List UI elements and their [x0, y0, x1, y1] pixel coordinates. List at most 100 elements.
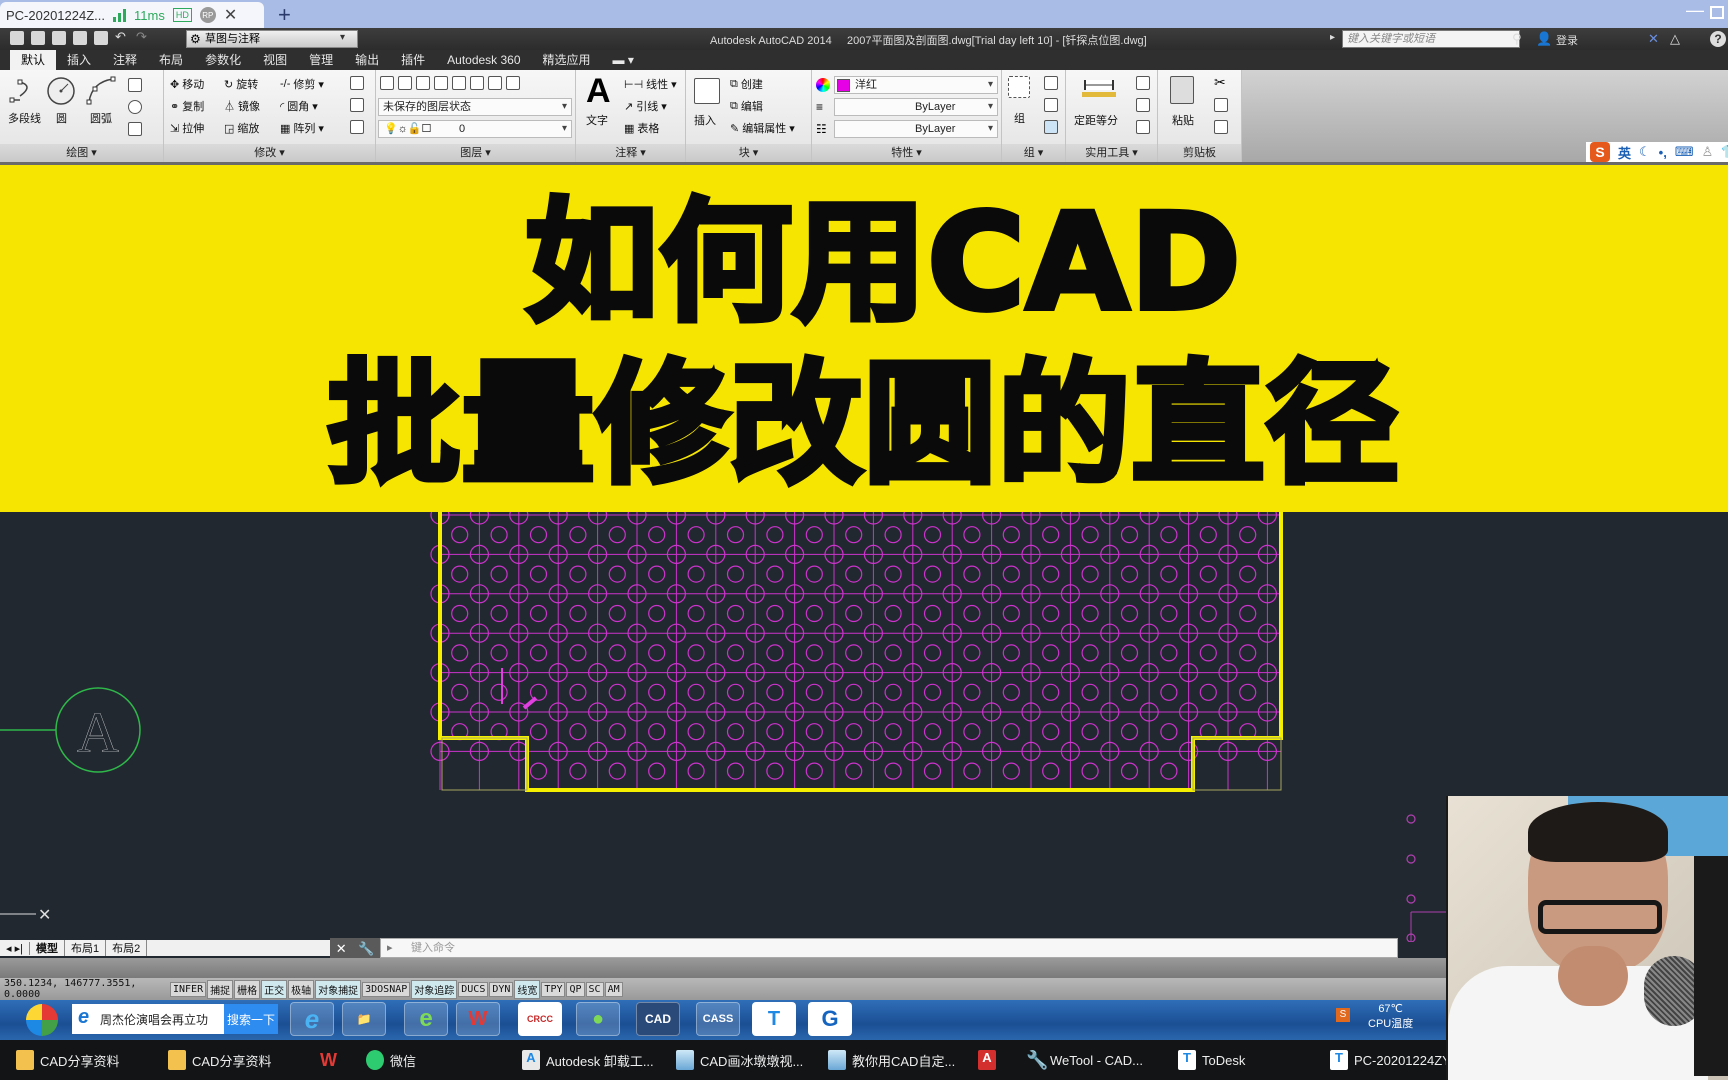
crcc-icon[interactable]: CRCC	[518, 1002, 562, 1036]
ribbon-toggle-icon[interactable]: ▬ ▾	[602, 50, 645, 70]
offset-icon[interactable]	[350, 120, 364, 134]
tab-output[interactable]: 输出	[344, 50, 390, 70]
command-input[interactable]: 键入命令	[380, 938, 1398, 958]
arc-button[interactable]: 圆弧	[90, 110, 112, 126]
binoculars-icon[interactable]: ⚲	[1512, 31, 1522, 47]
annotation-panel-title[interactable]: 注释 ▾	[576, 144, 685, 162]
user-icon[interactable]: ♙	[1702, 144, 1714, 160]
toggle-snap[interactable]: 捕捉	[207, 979, 234, 999]
start-menu-icon[interactable]	[26, 1004, 58, 1036]
rectangle-icon[interactable]	[128, 78, 142, 92]
workspace-dropdown[interactable]: 草图与注释	[186, 30, 358, 48]
taskbar-item[interactable]: 教你用CAD自定...	[828, 1048, 955, 1072]
layer-freeze-icon[interactable]	[452, 76, 466, 90]
groups-panel-title[interactable]: 组 ▾	[1002, 144, 1065, 162]
wechat-icon[interactable]: ●	[576, 1002, 620, 1036]
qat-menu-arrow[interactable]: ▾	[340, 32, 345, 43]
cut-icon[interactable]: ✂	[1214, 74, 1226, 91]
tab-plugins[interactable]: 插件	[390, 50, 436, 70]
taskbar-item[interactable]: A Autodesk 卸载工...	[522, 1048, 654, 1072]
todesk-icon[interactable]: T	[752, 1002, 796, 1036]
toggle-dyn[interactable]: DYN	[489, 981, 514, 997]
toggle-am[interactable]: AM	[604, 981, 623, 997]
undo-icon[interactable]: ↶	[115, 30, 129, 45]
color-dropdown[interactable]: 洋红	[834, 76, 998, 94]
group-selection-icon[interactable]	[1044, 120, 1058, 134]
taskbar-item[interactable]: CAD分享资料	[16, 1048, 119, 1072]
array-button[interactable]: ▦ 阵列 ▾	[280, 120, 324, 136]
layers-panel-title[interactable]: 图层 ▾	[376, 144, 575, 162]
toggle-sc[interactable]: SC	[585, 981, 604, 997]
cad-icon[interactable]: CAD	[636, 1002, 680, 1036]
leader-button[interactable]: ↗ 引线 ▾	[624, 98, 667, 114]
save-as-icon[interactable]	[73, 31, 87, 45]
circle-button[interactable]: 圆	[56, 110, 67, 126]
ie-icon[interactable]: e	[290, 1002, 334, 1036]
layer-off-icon[interactable]	[470, 76, 484, 90]
utilities-panel-title[interactable]: 实用工具 ▾	[1066, 144, 1157, 162]
group-button[interactable]: 组	[1014, 110, 1025, 126]
remote-session-tab[interactable]: PC-20201224Z... 11ms HD RP ✕	[0, 2, 264, 28]
insert-button[interactable]: 插入	[694, 112, 716, 128]
gstarcad-icon[interactable]: G	[808, 1002, 852, 1036]
save-icon[interactable]	[52, 31, 66, 45]
toggle-infer[interactable]: INFER	[170, 981, 207, 997]
create-block-button[interactable]: ⧉ 创建	[730, 76, 763, 92]
layer-unlock-icon[interactable]	[506, 76, 520, 90]
toggle-otrack[interactable]: 对象追踪	[411, 979, 458, 999]
cass-icon[interactable]: CASS	[696, 1002, 740, 1036]
ime-mode[interactable]: 英	[1618, 143, 1631, 162]
toggle-ortho[interactable]: 正交	[261, 979, 288, 999]
layout-nav-icon[interactable]: ◂ ▸|	[0, 941, 30, 955]
hatch-icon[interactable]	[128, 122, 142, 136]
explorer-icon[interactable]: 📁	[342, 1002, 386, 1036]
tab-layout1[interactable]: 布局1	[65, 940, 107, 956]
help-icon[interactable]: ?	[1710, 31, 1726, 47]
new-tab-button[interactable]: +	[278, 2, 291, 28]
taskbar-item[interactable]: CAD分享资料	[168, 1048, 271, 1072]
tab-annotate[interactable]: 注释	[102, 50, 148, 70]
trim-button[interactable]: -/- 修剪 ▾	[280, 76, 324, 92]
ie-search-input[interactable]: 周杰伦演唱会再立功	[72, 1004, 224, 1034]
wps-icon[interactable]: W	[456, 1002, 500, 1036]
measure-button[interactable]: 定距等分	[1074, 112, 1118, 128]
skin-icon[interactable]: 👕	[1721, 144, 1728, 160]
moon-icon[interactable]: ☾	[1639, 144, 1651, 160]
tab-model[interactable]: 模型	[30, 940, 65, 956]
toggle-grid[interactable]: 栅格	[234, 979, 261, 999]
taskbar-item[interactable]: A	[978, 1048, 996, 1072]
tab-layout2[interactable]: 布局2	[106, 940, 148, 956]
punctuation-icon[interactable]: •,	[1659, 145, 1667, 160]
tab-insert[interactable]: 插入	[56, 50, 102, 70]
wrench-icon[interactable]: 🔧	[358, 941, 374, 957]
hd-badge[interactable]: HD	[172, 8, 192, 22]
edit-attributes-button[interactable]: ✎ 编辑属性 ▾	[730, 120, 795, 136]
scale-button[interactable]: ◲ 缩放	[224, 120, 259, 136]
taskbar-item[interactable]: 微信	[366, 1048, 416, 1072]
search-button[interactable]: 搜索一下	[224, 1004, 278, 1034]
tab-manage[interactable]: 管理	[298, 50, 344, 70]
help-search-input[interactable]: 键入关键字或短语	[1342, 30, 1520, 48]
properties-panel-title[interactable]: 特性 ▾	[812, 144, 1001, 162]
move-button[interactable]: ✥ 移动	[170, 76, 204, 92]
keyboard-icon[interactable]: ⌨	[1675, 144, 1694, 160]
toggle-lineweight[interactable]: 线宽	[514, 979, 541, 999]
linetype-dropdown[interactable]: ByLayer	[834, 120, 998, 138]
layer-lock-icon[interactable]	[488, 76, 502, 90]
layer-unisolate-icon[interactable]	[434, 76, 448, 90]
toggle-polar[interactable]: 极轴	[288, 979, 315, 999]
close-tab-button[interactable]: ✕	[224, 5, 237, 25]
taskbar-item[interactable]: 🔧 WeTool - CAD...	[1026, 1048, 1143, 1072]
toggle-osnap[interactable]: 对象捕捉	[315, 979, 362, 999]
group-edit-icon[interactable]	[1044, 98, 1058, 112]
clipboard-panel-title[interactable]: 剪贴板	[1158, 144, 1241, 162]
taskbar-item[interactable]: T PC-20201224ZY	[1330, 1048, 1451, 1072]
maximize-button[interactable]	[1710, 6, 1724, 19]
erase-icon[interactable]	[350, 76, 364, 90]
modify-panel-title[interactable]: 修改 ▾	[164, 144, 375, 162]
layer-properties-icon[interactable]	[380, 76, 394, 90]
ungroup-icon[interactable]	[1044, 76, 1058, 90]
layer-isolate-icon[interactable]	[416, 76, 430, 90]
login-button[interactable]: 登录	[1556, 32, 1578, 48]
polyline-button[interactable]: 多段线	[8, 110, 41, 126]
